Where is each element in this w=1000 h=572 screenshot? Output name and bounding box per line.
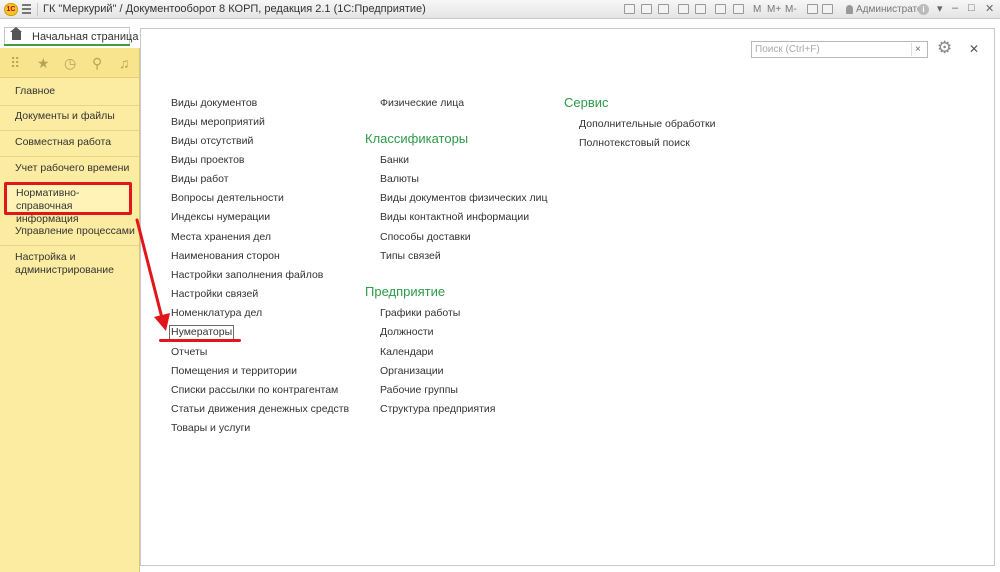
- sidebar-item-documents[interactable]: Документы и файлы: [15, 110, 135, 123]
- sidebar-divider: [0, 130, 139, 131]
- clear-search-icon[interactable]: ×: [915, 43, 921, 56]
- link-fulltext-search[interactable]: Полнотекстовый поиск: [579, 137, 690, 150]
- sidebar: ⠿ ★ ◷ ⚲ ♫ Главное Документы и файлы Совм…: [0, 48, 140, 572]
- sidebar-item-main[interactable]: Главное: [15, 85, 135, 98]
- search-divider: [911, 43, 912, 56]
- dropdown-icon[interactable]: ▾: [937, 2, 943, 15]
- bell-icon[interactable]: ♫: [119, 55, 130, 71]
- link-event-types[interactable]: Виды мероприятий: [171, 116, 265, 129]
- link-enterprise-structure[interactable]: Структура предприятия: [380, 403, 495, 416]
- gear-icon[interactable]: ⚙: [937, 39, 952, 57]
- app-logo-icon[interactable]: 1С: [4, 3, 18, 16]
- group-title-classifiers: Классификаторы: [365, 131, 469, 146]
- attach-icon[interactable]: [678, 4, 689, 14]
- link-reports[interactable]: Отчеты: [171, 346, 207, 359]
- annotation-underline: [159, 339, 241, 342]
- home-icon: [10, 27, 22, 40]
- info-icon[interactable]: i: [918, 4, 929, 15]
- link-absence-types[interactable]: Виды отсутствий: [171, 135, 253, 148]
- link-party-names[interactable]: Наименования сторон: [171, 250, 280, 263]
- link-id-document-types[interactable]: Виды документов физических лиц: [380, 192, 548, 205]
- sidebar-divider: [0, 105, 139, 106]
- link-individuals[interactable]: Физические лица: [380, 97, 464, 110]
- link-premises[interactable]: Помещения и территории: [171, 365, 297, 378]
- minimize-button[interactable]: –: [952, 2, 958, 14]
- search-input[interactable]: [752, 42, 915, 57]
- sidebar-item-processes[interactable]: Управление процессами: [15, 225, 135, 238]
- link-mailing-lists[interactable]: Списки рассылки по контрагентам: [171, 384, 338, 397]
- zoom-icon[interactable]: [807, 4, 818, 14]
- link-contact-info-types[interactable]: Виды контактной информации: [380, 211, 529, 224]
- sidebar-item-timesheet[interactable]: Учет рабочего времени: [15, 162, 135, 175]
- sidebar-item-settings[interactable]: Настройка и администрирование: [15, 251, 135, 277]
- user-icon[interactable]: [846, 5, 853, 14]
- link-organizations[interactable]: Организации: [380, 365, 444, 378]
- link-cash-flow-items[interactable]: Статьи движения денежных средств: [171, 403, 349, 416]
- link-activity-questions[interactable]: Вопросы деятельности: [171, 192, 284, 205]
- font-button-m[interactable]: M: [753, 4, 761, 15]
- calc-icon[interactable]: [733, 4, 744, 14]
- font-button-m-plus[interactable]: M+: [767, 4, 781, 15]
- save-icon[interactable]: [624, 4, 635, 14]
- link-additional-processing[interactable]: Дополнительные обработки: [579, 118, 715, 131]
- history-icon[interactable]: ◷: [64, 55, 76, 71]
- star-icon[interactable]: ★: [37, 55, 50, 71]
- close-icon[interactable]: ✕: [969, 42, 979, 56]
- history-icon[interactable]: [695, 4, 706, 14]
- link-work-groups[interactable]: Рабочие группы: [380, 384, 458, 397]
- tab-active-indicator: [4, 44, 130, 46]
- link-numbering-indexes[interactable]: Индексы нумерации: [171, 211, 270, 224]
- group-title-service: Сервис: [564, 95, 609, 110]
- window-title: ГК "Меркурий" / Документооборот 8 КОРП, …: [43, 3, 426, 15]
- maximize-button[interactable]: □: [968, 2, 975, 14]
- window-titlebar: 1С ГК "Меркурий" / Документооборот 8 КОР…: [0, 0, 1000, 19]
- link-link-types[interactable]: Типы связей: [380, 250, 441, 263]
- apps-grid-icon[interactable]: ⠿: [10, 55, 20, 71]
- sidebar-item-reference-info[interactable]: Нормативно-справочная информация: [4, 182, 132, 225]
- main-menu-icon[interactable]: [22, 4, 31, 14]
- link-calendars[interactable]: Календари: [380, 346, 433, 359]
- link-numerators[interactable]: Нумераторы: [169, 325, 235, 340]
- link-file-fill-settings[interactable]: Настройки заполнения файлов: [171, 269, 323, 282]
- sidebar-item-collaboration[interactable]: Совместная работа: [15, 136, 135, 149]
- link-currencies[interactable]: Валюты: [380, 173, 419, 186]
- search-icon[interactable]: ⚲: [92, 55, 102, 71]
- link-project-types[interactable]: Виды проектов: [171, 154, 245, 167]
- link-work-types[interactable]: Виды работ: [171, 173, 229, 186]
- link-storage-places[interactable]: Места хранения дел: [171, 231, 271, 244]
- titlebar-divider: [37, 3, 38, 16]
- window-icon[interactable]: [822, 4, 833, 14]
- sidebar-divider: [0, 156, 139, 157]
- search-box: ×: [751, 41, 928, 58]
- font-button-m-minus[interactable]: M-: [785, 4, 797, 15]
- link-delivery-methods[interactable]: Способы доставки: [380, 231, 471, 244]
- tab-label: Начальная страница: [32, 31, 139, 43]
- sidebar-divider: [0, 245, 139, 246]
- table-icon[interactable]: [715, 4, 726, 14]
- close-window-button[interactable]: ✕: [985, 2, 994, 15]
- link-work-schedules[interactable]: Графики работы: [380, 307, 460, 320]
- link-goods-services[interactable]: Товары и услуги: [171, 422, 250, 435]
- link-banks[interactable]: Банки: [380, 154, 409, 167]
- link-positions[interactable]: Должности: [380, 326, 434, 339]
- group-title-enterprise: Предприятие: [365, 284, 446, 299]
- link-document-types[interactable]: Виды документов: [171, 97, 257, 110]
- link-case-nomenclature[interactable]: Номенклатура дел: [171, 307, 262, 320]
- sidebar-item-label: Нормативно-справочная информация: [16, 187, 80, 225]
- link-link-settings[interactable]: Настройки связей: [171, 288, 258, 301]
- sidebar-toolbar: ⠿ ★ ◷ ⚲ ♫: [0, 48, 139, 78]
- preview-icon[interactable]: [658, 4, 669, 14]
- print-icon[interactable]: [641, 4, 652, 14]
